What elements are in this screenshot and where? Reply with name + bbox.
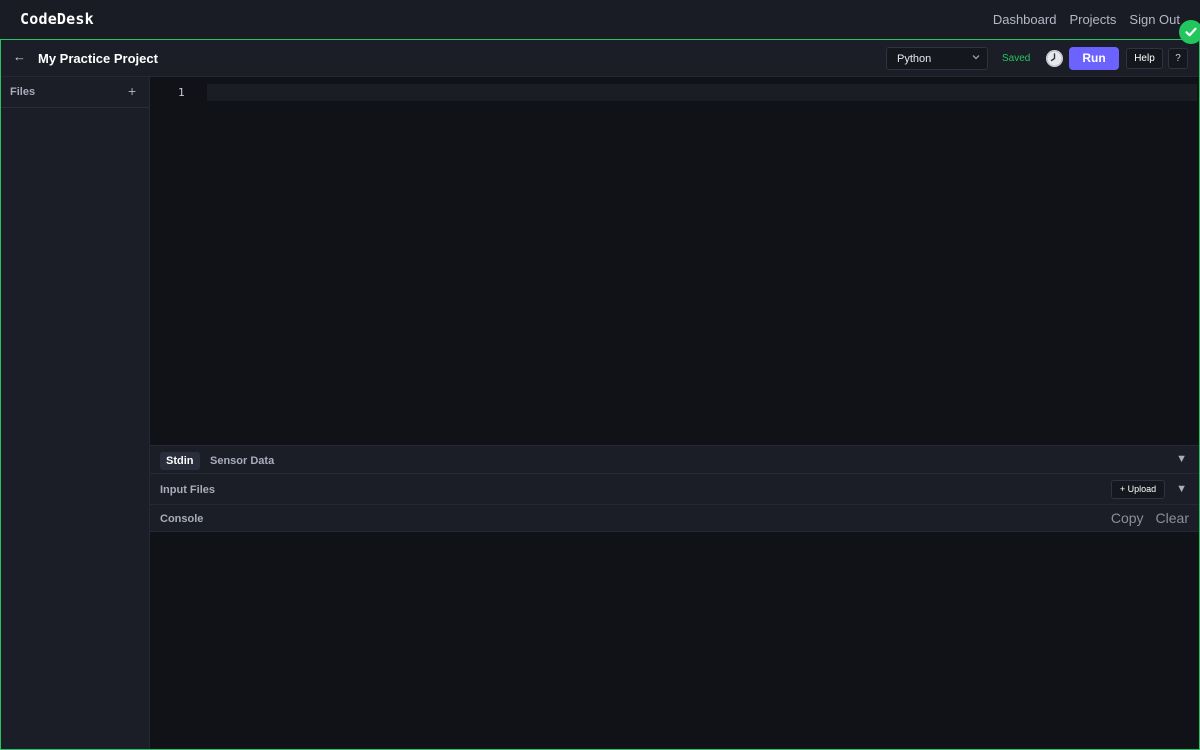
console-header: Console Copy Clear xyxy=(150,505,1199,532)
workspace-frame: ← My Practice Project Python Saved Run H… xyxy=(0,39,1200,750)
copy-button[interactable]: Copy xyxy=(1111,510,1144,526)
nav-links: Dashboard Projects Sign Out xyxy=(980,12,1180,27)
active-line-highlight[interactable] xyxy=(207,84,1197,101)
project-toolbar: ← My Practice Project Python Saved Run H… xyxy=(1,40,1199,77)
save-status: Saved xyxy=(1002,53,1031,64)
console-output[interactable] xyxy=(150,532,1199,749)
line-number: 1 xyxy=(178,86,185,99)
project-title: My Practice Project xyxy=(38,51,158,66)
tab-stdin[interactable]: Stdin xyxy=(160,452,200,470)
run-button[interactable]: Run xyxy=(1069,47,1119,70)
language-select-value: Python xyxy=(897,53,932,65)
console-label: Console xyxy=(160,513,204,525)
console-actions: Copy Clear xyxy=(1099,510,1189,526)
input-files-bar: Input Files + Upload ▼ xyxy=(150,474,1199,505)
chevron-down-icon xyxy=(971,52,981,65)
back-arrow-icon[interactable]: ← xyxy=(13,49,26,64)
brand-logo[interactable]: CodeDesk xyxy=(20,10,94,28)
question-button[interactable]: ? xyxy=(1168,48,1188,69)
collapse-triangle-icon[interactable]: ▼ xyxy=(1176,453,1187,465)
collapse-triangle-icon[interactable]: ▼ xyxy=(1176,483,1187,495)
tab-sensor-data[interactable]: Sensor Data xyxy=(210,455,274,467)
nav-projects-link[interactable]: Projects xyxy=(1069,12,1116,27)
file-sidebar: Files + xyxy=(1,77,150,749)
nav-dashboard-link[interactable]: Dashboard xyxy=(993,12,1057,27)
top-navigation: CodeDesk Dashboard Projects Sign Out xyxy=(0,0,1200,40)
nav-sign-out-link[interactable]: Sign Out xyxy=(1129,12,1180,27)
files-label: Files xyxy=(10,86,36,98)
clear-button[interactable]: Clear xyxy=(1156,510,1189,526)
clock-icon[interactable] xyxy=(1046,50,1063,67)
add-file-icon[interactable]: + xyxy=(128,83,136,99)
code-editor[interactable]: 1 xyxy=(150,77,1199,445)
help-button[interactable]: Help xyxy=(1126,48,1163,69)
stdin-tab-bar: Stdin Sensor Data ▼ xyxy=(150,445,1199,474)
language-select[interactable]: Python xyxy=(886,47,988,70)
upload-button[interactable]: + Upload xyxy=(1111,480,1165,499)
check-circle-icon xyxy=(1179,20,1200,44)
input-files-label: Input Files xyxy=(160,484,215,496)
files-header: Files + xyxy=(1,77,149,108)
